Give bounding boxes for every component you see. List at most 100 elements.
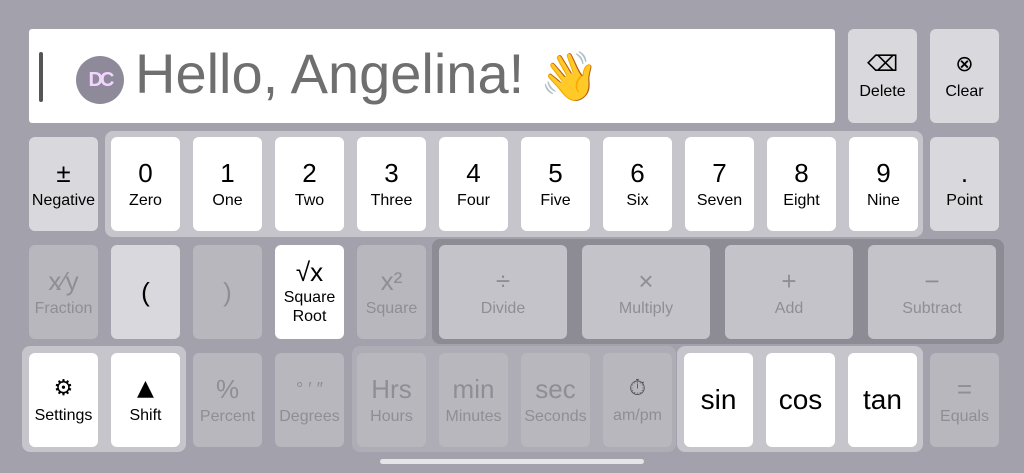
point-button[interactable]: . Point (930, 137, 999, 231)
digit-symbol: 4 (466, 157, 481, 188)
digit-symbol: 7 (712, 157, 727, 188)
equals-symbol: = (956, 373, 973, 404)
digit-1-button[interactable]: 1 One (193, 137, 262, 231)
square-label: Square (365, 299, 418, 317)
degrees-label: Degrees (279, 407, 340, 425)
digit-3-button[interactable]: 3 Three (357, 137, 426, 231)
tan-button[interactable]: tan (848, 353, 917, 447)
digit-6-button[interactable]: 6 Six (603, 137, 672, 231)
digit-symbol: 1 (220, 157, 235, 188)
subtract-button[interactable]: − Subtract (868, 245, 996, 339)
clear-button[interactable]: ⊗ Clear (930, 29, 999, 123)
digit-2-button[interactable]: 2 Two (275, 137, 344, 231)
digit-symbol: 3 (384, 157, 399, 188)
cos-symbol: cos (778, 384, 823, 415)
home-indicator[interactable] (380, 459, 644, 464)
subtract-symbol: − (924, 265, 940, 296)
greeting-text: Hello, Angelina! 👋 (135, 40, 599, 111)
negative-button[interactable]: ± Negative (29, 137, 98, 231)
minutes-label: Minutes (445, 407, 502, 425)
ampm-button[interactable]: ⏱ am/pm (603, 353, 672, 447)
digit-symbol: 8 (794, 157, 809, 188)
gear-icon: ⚙ (53, 375, 74, 401)
digit-label: Nine (867, 191, 900, 209)
square-root-button[interactable]: √x Square Root (275, 245, 344, 339)
multiply-label: Multiply (618, 299, 674, 317)
square-root-label-1: Square (283, 289, 336, 306)
open-paren-symbol: ( (141, 277, 150, 307)
digit-4-button[interactable]: 4 Four (439, 137, 508, 231)
digit-label: Six (626, 191, 649, 209)
delete-label: Delete (859, 82, 906, 100)
equals-label: Equals (940, 407, 989, 425)
square-symbol: x² (380, 265, 403, 296)
cos-button[interactable]: cos (766, 353, 835, 447)
text-cursor (39, 52, 43, 102)
digit-label: Five (540, 191, 571, 209)
hours-button[interactable]: Hrs Hours (357, 353, 426, 447)
stopwatch-icon: ⏱ (628, 375, 647, 401)
minutes-button[interactable]: min Minutes (439, 353, 508, 447)
degrees-symbol: ° ′ ″ (296, 378, 323, 399)
digit-label: Two (294, 191, 325, 209)
multiply-button[interactable]: × Multiply (582, 245, 710, 339)
hours-symbol: Hrs (371, 373, 412, 404)
close-paren-symbol: ) (223, 277, 232, 307)
divide-symbol: ÷ (495, 265, 511, 296)
tan-symbol: tan (863, 384, 902, 415)
digit-label: Zero (129, 191, 162, 209)
digit-symbol: 2 (302, 157, 317, 188)
settings-label: Settings (34, 406, 93, 424)
hours-label: Hours (370, 407, 413, 425)
add-button[interactable]: + Add (725, 245, 853, 339)
clear-label: Clear (945, 82, 984, 100)
digit-7-button[interactable]: 7 Seven (685, 137, 754, 231)
fraction-label: Fraction (34, 299, 93, 317)
square-root-label-2: Root (292, 308, 327, 325)
sin-symbol: sin (700, 384, 737, 415)
backspace-icon: ⌫ (866, 51, 899, 77)
degrees-button[interactable]: ° ′ ″ Degrees (275, 353, 344, 447)
wave-emoji-icon: 👋 (539, 49, 600, 105)
close-paren-button[interactable]: ) (193, 245, 262, 339)
digit-label: Eight (783, 191, 820, 209)
subtract-label: Subtract (902, 299, 962, 317)
digit-symbol: 6 (630, 157, 645, 188)
point-symbol: . (960, 157, 969, 188)
greeting-label: Hello, Angelina! (135, 42, 525, 105)
seconds-button[interactable]: sec Seconds (521, 353, 590, 447)
negative-symbol: ± (56, 157, 71, 188)
open-paren-button[interactable]: ( (111, 245, 180, 339)
digit-8-button[interactable]: 8 Eight (767, 137, 836, 231)
divide-button[interactable]: ÷ Divide (439, 245, 567, 339)
delete-button[interactable]: ⌫ Delete (848, 29, 917, 123)
digit-0-button[interactable]: 0 Zero (111, 137, 180, 231)
digit-5-button[interactable]: 5 Five (521, 137, 590, 231)
fraction-button[interactable]: x⁄y Fraction (29, 245, 98, 339)
percent-symbol: % (215, 373, 240, 404)
digit-label: One (212, 191, 243, 209)
multiply-symbol: × (638, 265, 654, 296)
fraction-symbol: x⁄y (48, 265, 79, 296)
percent-label: Percent (199, 407, 256, 425)
negative-label: Negative (31, 191, 96, 209)
shift-label: Shift (129, 406, 162, 424)
seconds-symbol: sec (535, 373, 576, 404)
digit-label: Four (457, 191, 490, 209)
shift-arrow-icon: ▲ (137, 375, 154, 401)
digit-9-button[interactable]: 9 Nine (849, 137, 918, 231)
digit-symbol: 9 (876, 157, 891, 188)
sin-button[interactable]: sin (684, 353, 753, 447)
add-symbol: + (781, 265, 797, 296)
settings-button[interactable]: ⚙ Settings (29, 353, 98, 447)
equals-button[interactable]: = Equals (930, 353, 999, 447)
square-root-symbol: √x (295, 257, 324, 287)
percent-button[interactable]: % Percent (193, 353, 262, 447)
square-button[interactable]: x² Square (357, 245, 426, 339)
app-logo: DC (76, 56, 124, 104)
digit-label: Seven (696, 191, 743, 209)
seconds-label: Seconds (524, 407, 587, 425)
shift-button[interactable]: ▲ Shift (111, 353, 180, 447)
minutes-symbol: min (452, 373, 495, 404)
digit-label: Three (370, 191, 413, 209)
